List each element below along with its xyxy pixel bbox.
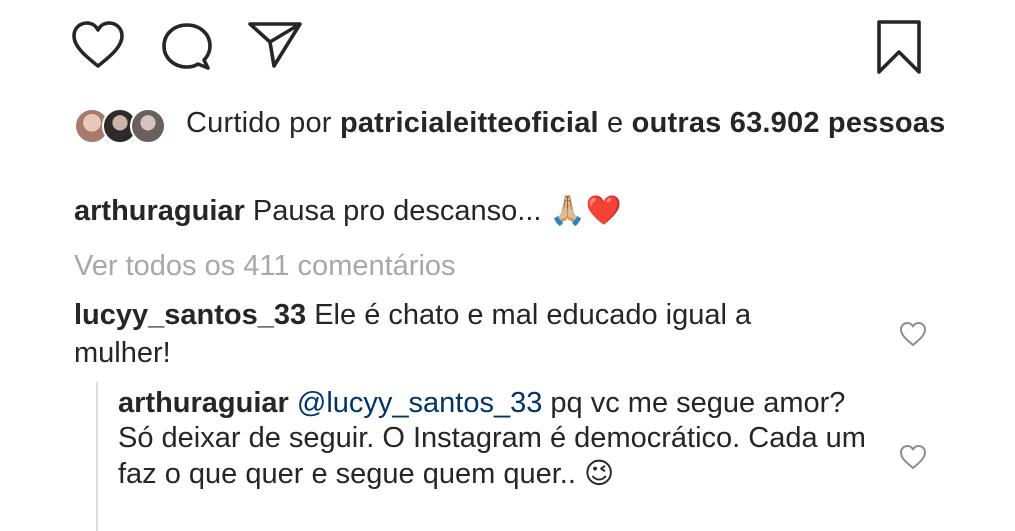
reply-item: arthuraguiar @lucyy_santos_33 pq vc me s… bbox=[118, 386, 878, 492]
reply-username-link[interactable]: arthuraguiar bbox=[118, 387, 289, 419]
likes-connector: e bbox=[607, 107, 624, 139]
comment-item: lucyy_santos_33 Ele é chato e mal educad… bbox=[74, 296, 854, 372]
reply-like-heart-icon[interactable] bbox=[898, 443, 928, 476]
paper-plane-icon[interactable] bbox=[246, 18, 304, 70]
caption-emoji: 🙏🏼❤️ bbox=[549, 193, 622, 227]
comment-username-link[interactable]: lucyy_santos_33 bbox=[74, 299, 306, 331]
heart-icon[interactable] bbox=[70, 20, 126, 70]
avatar bbox=[130, 108, 166, 144]
others-suffix[interactable]: pessoas bbox=[828, 107, 945, 139]
likes-prefix: Curtido por bbox=[186, 107, 332, 139]
bookmark-icon[interactable] bbox=[874, 18, 924, 76]
reply-thread-line bbox=[96, 382, 98, 531]
view-all-comments-link[interactable]: Ver todos os 411 comentários bbox=[74, 246, 456, 286]
post-caption: arthuraguiar Pausa pro descanso... 🙏🏼❤️ bbox=[74, 190, 954, 231]
liker-username-link[interactable]: patricialeitteoficial bbox=[340, 107, 599, 139]
caption-text: Pausa pro descanso... bbox=[252, 195, 542, 227]
post-action-bar bbox=[0, 0, 1015, 90]
comment-icon[interactable] bbox=[160, 20, 214, 74]
others-count-link[interactable]: outras 63.902 bbox=[632, 107, 820, 139]
liker-avatars[interactable] bbox=[74, 108, 174, 148]
comment-like-heart-icon[interactable] bbox=[898, 320, 928, 353]
caption-username-link[interactable]: arthuraguiar bbox=[74, 195, 245, 227]
reply-mention-link[interactable]: @lucyy_santos_33 bbox=[297, 387, 542, 419]
reply-emoji: 😉 bbox=[583, 456, 615, 490]
likes-text: Curtido por patricialeitteoficial e outr… bbox=[186, 105, 946, 141]
